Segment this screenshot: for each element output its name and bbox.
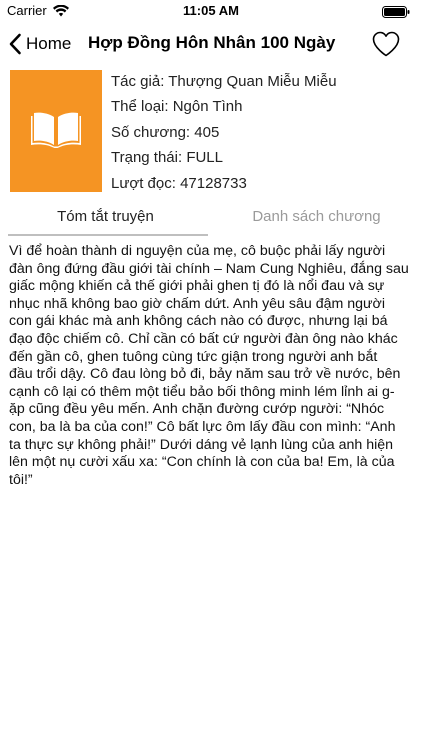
status-time: 11:05 AM bbox=[183, 3, 239, 18]
open-book-icon bbox=[30, 109, 82, 154]
chapters-line: Số chương: 405 bbox=[111, 123, 220, 141]
battery-icon bbox=[382, 5, 410, 23]
status-bar: Carrier 11:05 AM bbox=[0, 0, 422, 22]
book-info: Tác giả: Thượng Quan Miễu Miễu Thể loại:… bbox=[111, 72, 337, 199]
tab-summary[interactable]: Tóm tắt truyện bbox=[0, 204, 211, 234]
page-title: Hợp Đồng Hôn Nhân 100 Ngày bbox=[88, 33, 336, 52]
summary-text: Vì để hoàn thành di nguyện của mẹ, cô bu… bbox=[9, 243, 409, 488]
tab-bar: Tóm tắt truyện Danh sách chương bbox=[0, 204, 422, 236]
favorite-button[interactable] bbox=[371, 30, 401, 60]
navigation-bar: Home Hợp Đồng Hôn Nhân 100 Ngày bbox=[0, 22, 422, 66]
reads-line: Lượt đọc: 47128733 bbox=[111, 174, 247, 192]
active-tab-indicator bbox=[8, 234, 208, 236]
app-screen: Carrier 11:05 AM Home Hợp Đồng Hôn Nhân … bbox=[0, 0, 422, 750]
heart-icon bbox=[371, 31, 401, 62]
chevron-left-icon bbox=[8, 33, 22, 55]
back-button[interactable]: Home bbox=[8, 28, 71, 60]
book-cover bbox=[10, 70, 102, 192]
tab-chapter-list[interactable]: Danh sách chương bbox=[211, 204, 422, 234]
back-label: Home bbox=[26, 34, 72, 53]
author-line: Tác giả: Thượng Quan Miễu Miễu bbox=[111, 73, 337, 90]
genre-line: Thể loại: Ngôn Tình bbox=[111, 98, 243, 116]
status-line: Trạng thái: FULL bbox=[111, 149, 223, 167]
